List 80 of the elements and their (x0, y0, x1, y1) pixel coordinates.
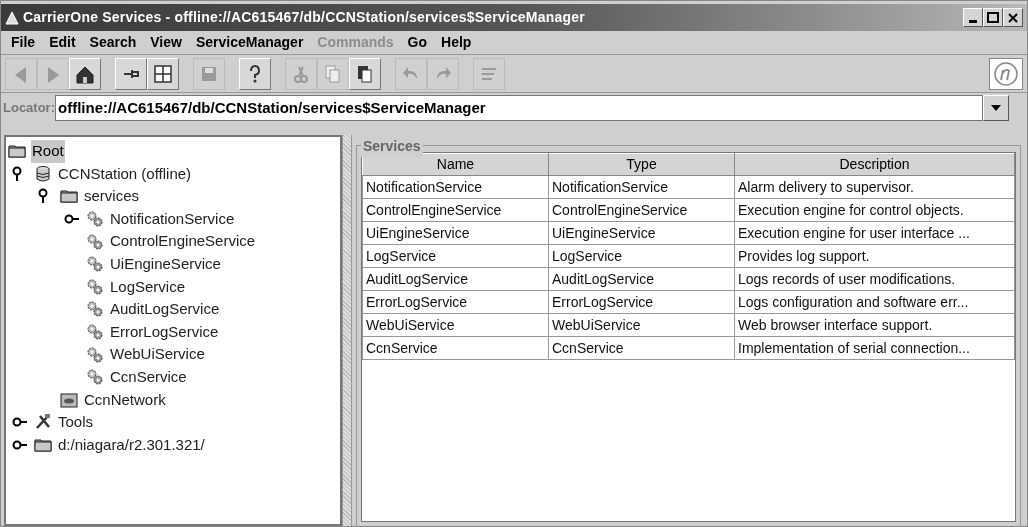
tree-item[interactable]: Tools (57, 411, 95, 434)
menu-item[interactable]: Search (83, 32, 143, 53)
close-icon (1008, 12, 1018, 23)
maximize-button[interactable] (983, 8, 1003, 27)
table-cell: Logs records of user modifications. (734, 267, 1015, 291)
tree-item[interactable]: LogService (109, 275, 187, 299)
column-header[interactable]: Type (548, 153, 735, 176)
menu-item[interactable]: ServiceManager (189, 32, 310, 53)
menu-item[interactable]: File (5, 32, 42, 53)
tree-item[interactable]: CcnNetwork (83, 388, 167, 412)
window-title: CarrierOne Services - offline://AC615467/db/CCNStation/services$ServiceManager (23, 8, 585, 27)
maximize-icon (987, 12, 999, 23)
dropdown-button[interactable] (983, 95, 1009, 121)
table-cell: CcnService (548, 336, 735, 360)
column-header[interactable]: Description (734, 153, 1015, 176)
tree-item[interactable]: NotificationService (109, 207, 236, 231)
tree-item[interactable]: WebUiService (109, 343, 206, 366)
gears-icon (86, 345, 104, 364)
folder-icon (60, 187, 78, 206)
expanded-handle-icon[interactable] (38, 188, 48, 205)
caret-icon (991, 105, 1001, 111)
table-cell: Execution engine for control objects. (734, 198, 1015, 222)
gears-icon (86, 277, 104, 296)
table-cell: NotificationService (362, 175, 549, 199)
gears-icon (86, 323, 104, 342)
table-cell: Logs configuration and software err... (734, 290, 1015, 314)
table-cell: WebUiService (362, 313, 549, 337)
pin-icon (123, 68, 139, 79)
tree-item[interactable]: services (83, 185, 140, 208)
table-cell: NotificationService (548, 175, 735, 199)
table-cell: Implementation of serial connection... (734, 336, 1015, 360)
table-cell: UiEngineService (548, 221, 735, 245)
collapsed-handle-icon[interactable] (12, 417, 28, 428)
table-cell: Web browser interface support. (734, 313, 1015, 337)
gears-icon (86, 368, 104, 387)
gears-icon (86, 300, 104, 319)
minimize-button[interactable] (963, 8, 983, 27)
database-icon (34, 164, 52, 183)
column-header[interactable]: Name (362, 153, 549, 176)
menu-item[interactable]: Help (435, 32, 478, 53)
expanded-handle-icon[interactable] (12, 165, 22, 182)
menu-item[interactable]: Edit (43, 32, 82, 53)
folder-icon (34, 436, 52, 454)
gears-icon (86, 210, 104, 229)
tree-item[interactable]: ErrorLogService (109, 320, 220, 344)
locator-label: Locator: (3, 99, 55, 118)
close-button[interactable] (1003, 8, 1023, 27)
collapsed-handle-icon[interactable] (64, 214, 80, 225)
minimize-icon (969, 20, 977, 23)
tree-item[interactable]: UiEngineService (109, 253, 222, 276)
table-cell: Provides log support. (734, 244, 1015, 268)
collapsed-handle-icon[interactable] (12, 440, 28, 450)
tree-item[interactable]: CCNStation (offline) (57, 162, 193, 186)
table-cell: ErrorLogService (362, 290, 549, 314)
tree-item[interactable]: d:/niagara/r2.301.321/ (57, 433, 206, 457)
tree-item[interactable]: CcnService (109, 366, 188, 389)
table-cell: LogService (548, 244, 735, 268)
table-cell: ErrorLogService (548, 290, 735, 314)
table-cell: UiEngineService (362, 221, 549, 245)
gears-icon (86, 232, 104, 251)
table-cell: AuditLogService (362, 267, 549, 291)
tree-item[interactable]: AuditLogService (109, 298, 221, 321)
table-cell: Alarm delivery to supervisor. (734, 175, 1015, 199)
grid-icon (152, 62, 174, 85)
table-cell: Execution engine for user interface ... (734, 221, 1015, 245)
app-icon (5, 10, 19, 25)
table-cell: CcnService (362, 336, 549, 360)
table-cell: WebUiService (548, 313, 735, 337)
table-cell: LogService (362, 244, 549, 268)
tree-item[interactable]: Root (31, 140, 65, 163)
locator-field[interactable]: offline://AC615467/db/CCNStation/services$ServiceManager (55, 95, 983, 121)
network-folder-icon (60, 390, 78, 409)
tree-item[interactable]: ControlEngineService (109, 230, 257, 253)
menu-item[interactable]: Go (401, 32, 434, 53)
gears-icon (86, 255, 104, 274)
table-cell: ControlEngineService (362, 198, 549, 222)
menu-item[interactable]: View (144, 32, 188, 53)
folder-icon (8, 142, 26, 161)
table-cell: AuditLogService (548, 267, 735, 291)
table-cell: ControlEngineService (548, 198, 735, 222)
